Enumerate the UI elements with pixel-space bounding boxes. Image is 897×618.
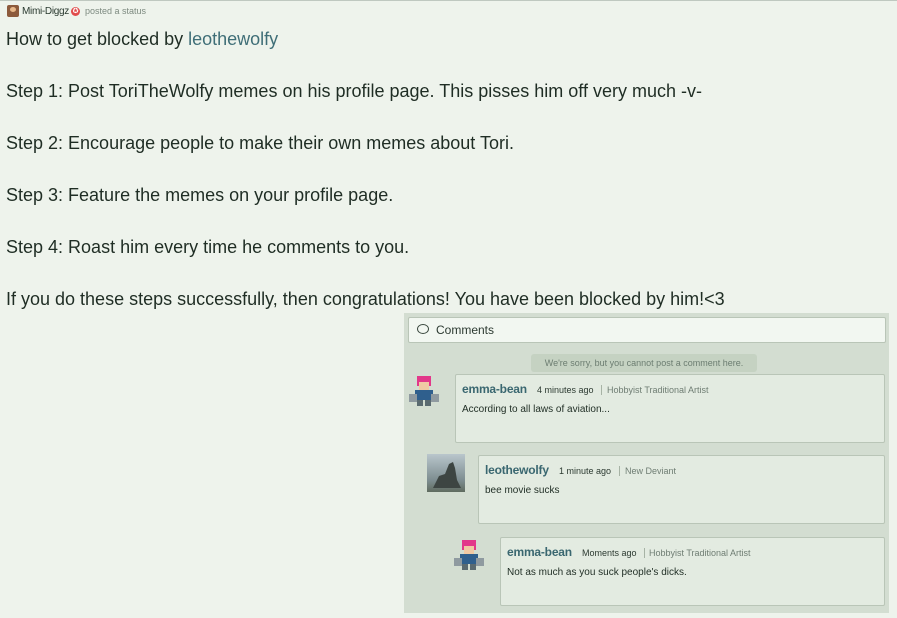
comment-separator <box>644 548 645 558</box>
comment-role: Hobbyist Traditional Artist <box>649 548 751 558</box>
comment-time[interactable]: 1 minute ago <box>559 466 611 476</box>
badge-icon: ✪ <box>71 6 81 16</box>
username-link[interactable]: Mimi-Diggz <box>22 6 69 17</box>
comment-text: According to all laws of aviation... <box>462 404 610 415</box>
comment-time[interactable]: Moments ago <box>582 548 637 558</box>
emma-bean-avatar[interactable] <box>405 372 443 410</box>
step-3: Step 3: Feature the memes on your profil… <box>6 185 394 205</box>
comment-card: emma-bean Moments ago Hobbyist Tradition… <box>500 537 885 606</box>
comment-author-link[interactable]: emma-bean <box>462 382 527 396</box>
comment-separator <box>601 385 602 395</box>
comments-header: Comments <box>408 317 886 343</box>
conclusion: If you do these steps successfully, then… <box>6 289 725 309</box>
comment-text: bee movie sucks <box>485 485 560 496</box>
comment-time[interactable]: 4 minutes ago <box>537 385 594 395</box>
comment-text: Not as much as you suck people's dicks. <box>507 567 687 578</box>
comments-panel: Comments We're sorry, but you cannot pos… <box>404 313 889 613</box>
comment-separator <box>619 466 620 476</box>
leothewolfy-avatar[interactable] <box>427 454 465 492</box>
step-4: Step 4: Roast him every time he comments… <box>6 237 410 257</box>
status-title-text: How to get blocked by <box>6 29 189 49</box>
cannot-comment-notice: We're sorry, but you cannot post a comme… <box>531 354 757 372</box>
comment-card: leothewolfy 1 minute ago New Deviant bee… <box>478 455 885 524</box>
comment-role: Hobbyist Traditional Artist <box>607 385 709 395</box>
comments-title: Comments <box>436 323 495 337</box>
comment-author-link[interactable]: emma-bean <box>507 545 572 559</box>
leothewolfy-link[interactable]: leothewolfy <box>188 29 278 49</box>
wolf-icon <box>433 462 461 488</box>
top-divider <box>0 0 897 1</box>
comment-card: emma-bean 4 minutes ago Hobbyist Traditi… <box>455 374 885 443</box>
posted-label: posted a status <box>85 6 147 16</box>
status-title: How to get blocked by leothewolfy <box>6 30 278 48</box>
comment-bubble-icon <box>417 324 429 334</box>
comment-author-link[interactable]: leothewolfy <box>485 463 549 477</box>
step-2: Step 2: Encourage people to make their o… <box>6 133 514 153</box>
user-avatar[interactable] <box>7 5 19 17</box>
comment-role: New Deviant <box>625 466 677 476</box>
status-header: Mimi-Diggz ✪ posted a status <box>7 4 146 18</box>
emma-bean-avatar[interactable] <box>450 536 488 574</box>
step-1: Step 1: Post ToriTheWolfy memes on his p… <box>6 81 702 101</box>
